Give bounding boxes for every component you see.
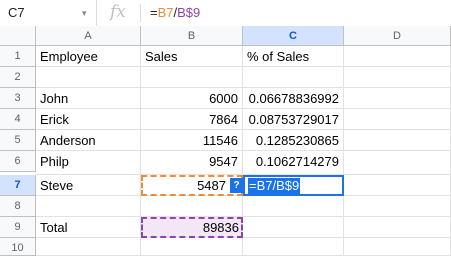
column-header-c[interactable]: C: [243, 26, 344, 46]
cell-d4[interactable]: [344, 109, 451, 130]
cell-d7[interactable]: [344, 175, 451, 196]
cell-b4[interactable]: 7864: [141, 109, 243, 130]
cell-a9[interactable]: Total: [36, 217, 141, 238]
formula-help-icon[interactable]: ?: [230, 178, 243, 193]
cell-d10[interactable]: [344, 238, 451, 256]
cell-a3[interactable]: John: [36, 88, 141, 109]
formula-bar: C7 ▾ fx =B7/B$9: [0, 0, 451, 27]
column-header-b[interactable]: B: [141, 26, 243, 46]
cell-reference[interactable]: C7: [8, 5, 25, 20]
fx-icon: fx: [110, 2, 126, 22]
cell-d9[interactable]: [344, 217, 451, 238]
cell-b2[interactable]: [141, 67, 243, 88]
row-header-5[interactable]: 5: [0, 130, 36, 151]
cell-d3[interactable]: [344, 88, 451, 109]
cell-c8[interactable]: [243, 196, 344, 217]
formula-divider: [140, 4, 141, 22]
chevron-down-icon[interactable]: ▾: [82, 8, 87, 19]
column-header-a[interactable]: A: [36, 26, 141, 46]
row-header-1[interactable]: 1: [0, 46, 36, 67]
cell-a1[interactable]: Employee: [36, 46, 141, 67]
cell-b5[interactable]: 11546: [141, 130, 243, 151]
selected-formula-text: =B7/B$9: [248, 178, 301, 194]
cell-a5[interactable]: Anderson: [36, 130, 141, 151]
cell-d8[interactable]: [344, 196, 451, 217]
row-header-7[interactable]: 7: [0, 175, 36, 196]
row-header-3[interactable]: 3: [0, 88, 36, 109]
cell-b10[interactable]: [141, 238, 243, 256]
reference-highlight-b7: [141, 175, 243, 196]
row-header-8[interactable]: 8: [0, 196, 36, 217]
row-header-2[interactable]: 2: [0, 67, 36, 88]
cell-a2[interactable]: [36, 67, 141, 88]
cell-c9[interactable]: [243, 217, 344, 238]
cell-c4[interactable]: 0.08753729017: [243, 109, 344, 130]
cell-b3[interactable]: 6000: [141, 88, 243, 109]
cell-c10[interactable]: [243, 238, 344, 256]
row-header-4[interactable]: 4: [0, 109, 36, 130]
formula-token-b9: B$9: [177, 5, 201, 20]
cell-d5[interactable]: [344, 130, 451, 151]
cell-editor-c7[interactable]: =B7/B$9: [243, 175, 344, 196]
cell-b1[interactable]: Sales: [141, 46, 243, 67]
cell-a7[interactable]: Steve: [36, 175, 141, 196]
cell-c1[interactable]: % of Sales: [243, 46, 344, 67]
cell-c5[interactable]: 0.1285230865: [243, 130, 344, 151]
cell-d2[interactable]: [344, 67, 451, 88]
name-box[interactable]: C7 ▾: [0, 0, 97, 26]
cell-b9[interactable]: 89836: [141, 217, 243, 238]
cell-a10[interactable]: [36, 238, 141, 256]
formula-token-b7: B7: [157, 5, 174, 20]
cell-d1[interactable]: [344, 46, 451, 67]
cell-a8[interactable]: [36, 196, 141, 217]
cell-a4[interactable]: Erick: [36, 109, 141, 130]
cell-a6[interactable]: Philp: [36, 151, 141, 175]
cell-b6[interactable]: 9547: [141, 151, 243, 175]
row-header-10[interactable]: 10: [0, 238, 36, 256]
formula-input[interactable]: =B7/B$9: [150, 5, 200, 20]
cell-c3[interactable]: 0.06678836992: [243, 88, 344, 109]
select-all-corner[interactable]: [0, 26, 36, 46]
cell-c6[interactable]: 0.1062714279: [243, 151, 344, 175]
cell-b8[interactable]: [141, 196, 243, 217]
row-header-6[interactable]: 6: [0, 151, 36, 172]
row-header-9[interactable]: 9: [0, 217, 36, 238]
column-header-d[interactable]: D: [344, 26, 451, 46]
cell-c2[interactable]: [243, 67, 344, 88]
formula-token-eq: =: [150, 5, 158, 20]
cell-d6[interactable]: [344, 151, 451, 175]
